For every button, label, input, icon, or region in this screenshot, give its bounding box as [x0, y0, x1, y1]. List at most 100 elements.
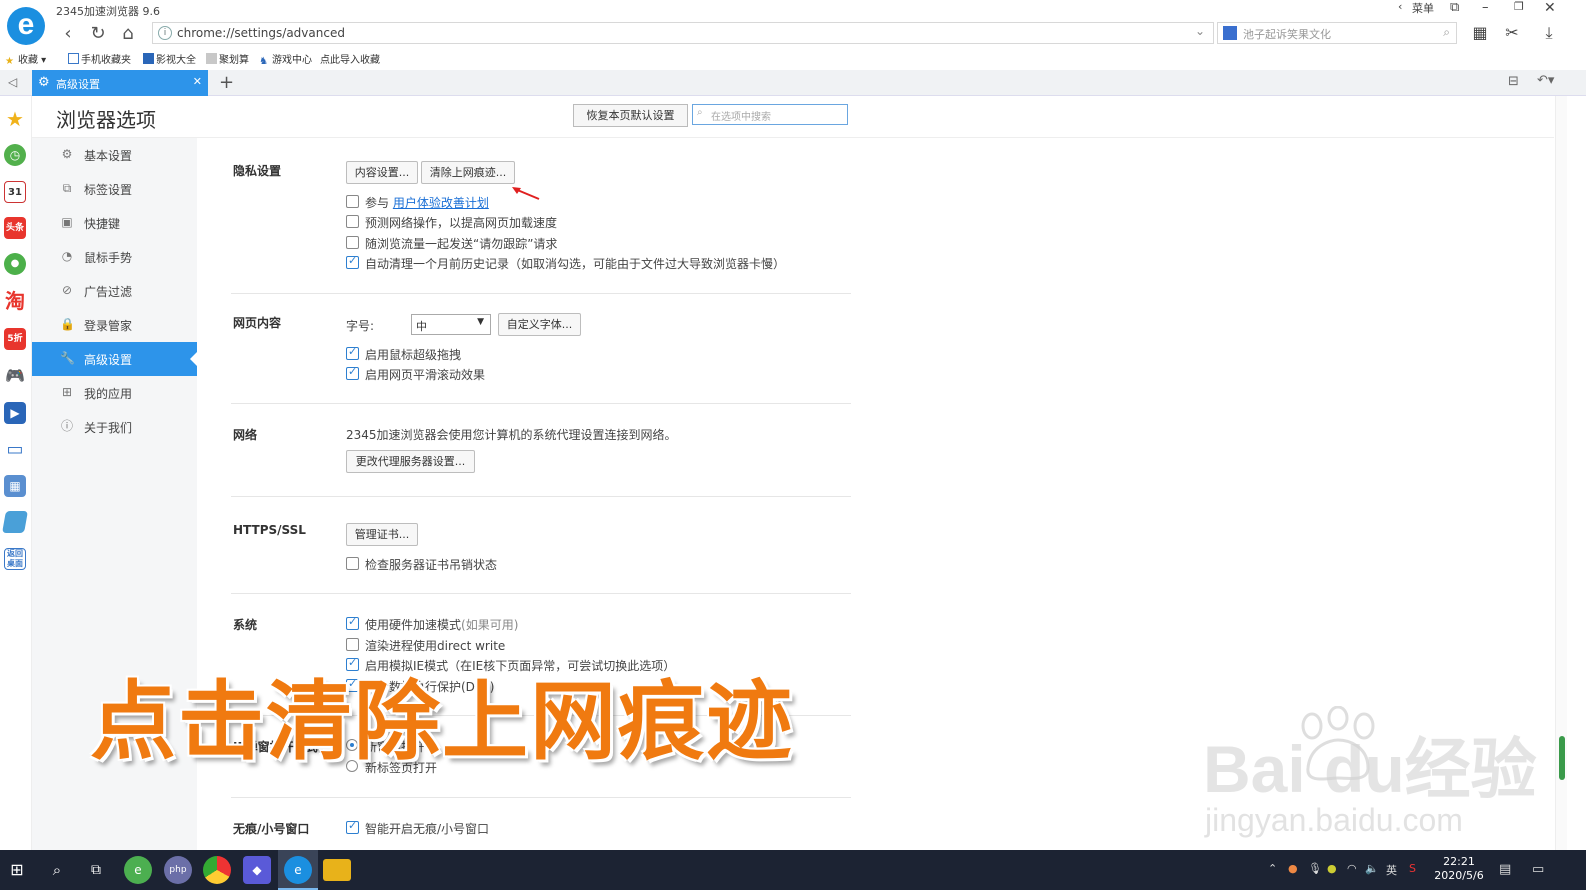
app-green-icon[interactable]: e — [124, 856, 152, 884]
smart-incognito-checkbox[interactable] — [346, 819, 359, 834]
php-icon[interactable]: php — [164, 856, 192, 884]
option-label: 自动清理一个月前历史记录（如取消勾选，可能由于文件过大导致浏览器卡慢） — [365, 257, 786, 271]
hardware-accel-checkbox[interactable] — [346, 615, 359, 630]
nav-item-basic[interactable]: ⚙ 基本设置 — [32, 138, 197, 172]
video-film-icon[interactable]: ▶ — [4, 402, 26, 424]
do-not-track-checkbox[interactable] — [346, 236, 359, 249]
tab-advanced-settings[interactable]: ⚙ 高级设置 ✕ — [32, 70, 208, 96]
auto-clear-history-checkbox[interactable] — [346, 254, 359, 269]
search-icon[interactable]: ⌕ — [43, 856, 71, 884]
page-title: 浏览器选项 — [56, 108, 156, 132]
scissors-icon[interactable]: ✂ — [1501, 23, 1523, 45]
app-purple-icon[interactable]: ◆ — [243, 856, 271, 884]
favorites-star-icon[interactable]: ★ — [4, 108, 26, 130]
smooth-scroll-checkbox[interactable] — [346, 365, 359, 380]
direct-write-checkbox[interactable] — [346, 638, 359, 651]
gamepad-icon[interactable]: 🎮 — [4, 365, 26, 387]
windows-start-icon[interactable]: ⊞ — [3, 856, 31, 884]
custom-font-button[interactable]: 自定义字体... — [498, 313, 581, 336]
nav-item-adblock[interactable]: ⊘ 广告过滤 — [32, 274, 197, 308]
notification-center-icon[interactable]: ▭ — [1532, 862, 1544, 877]
gear-icon: ⚙ — [61, 147, 73, 161]
file-explorer-icon[interactable] — [323, 859, 351, 881]
options-search-input[interactable]: ⌕ 在选项中搜索 — [692, 104, 848, 125]
microphone-icon[interactable]: 🎙 — [1308, 862, 1322, 875]
bookmark-video[interactable]: 影视大全 — [143, 51, 196, 66]
taobao-icon[interactable]: 淘 — [4, 290, 26, 312]
tray-app-icon[interactable]: ● — [1288, 862, 1298, 875]
nav-item-shortcuts[interactable]: ▣ 快捷键 — [32, 206, 197, 240]
sogou-ime-icon[interactable]: S — [1409, 862, 1416, 875]
system-clock[interactable]: 22:21 2020/5/6 — [1428, 855, 1490, 883]
trash-icon[interactable]: ⊟ — [1508, 74, 1519, 89]
predict-network-checkbox[interactable] — [346, 215, 359, 228]
bookmark-favorites[interactable]: ★ 收藏 ▾ — [5, 51, 46, 67]
nav-item-advanced[interactable]: 🔧 高级设置 — [32, 342, 197, 376]
network-description: 2345加速浏览器会使用您计算机的系统代理设置连接到网络。 — [346, 428, 677, 442]
close-tab-icon[interactable]: ✕ — [193, 75, 202, 88]
calendar-icon[interactable]: 31 — [4, 181, 26, 203]
calculator-icon[interactable]: ▦ — [4, 475, 26, 497]
chevron-left-icon[interactable]: ‹ — [1398, 0, 1402, 18]
discount-icon[interactable]: 5折 — [4, 328, 26, 350]
back-button[interactable]: ‹ — [56, 24, 80, 44]
cert-revocation-checkbox[interactable] — [346, 557, 359, 570]
tray-yellow-icon[interactable]: ● — [1327, 862, 1337, 875]
task-view-icon[interactable]: ⧉ — [82, 856, 110, 884]
chrome-icon[interactable] — [203, 856, 231, 884]
proxy-settings-button[interactable]: 更改代理服务器设置... — [346, 450, 475, 473]
home-button[interactable]: ⌂ — [116, 24, 140, 44]
desktop-icon[interactable]: 返回桌面 — [4, 548, 26, 570]
bookmark-mobile[interactable]: 手机收藏夹 — [68, 51, 131, 66]
notebook-icon[interactable] — [2, 511, 28, 533]
restore-button[interactable]: ❐ — [1514, 0, 1524, 18]
search-icon[interactable]: ⌕ — [1443, 25, 1450, 40]
nav-item-about[interactable]: ⓘ 关于我们 — [32, 410, 197, 444]
apps-grid-icon[interactable]: ▦ — [1469, 23, 1491, 45]
nav-item-apps[interactable]: ⊞ 我的应用 — [32, 376, 197, 410]
notes-icon[interactable]: ▤ — [1499, 862, 1511, 877]
site-info-icon[interactable]: i — [158, 26, 172, 40]
manage-certificates-button[interactable]: 管理证书... — [346, 523, 418, 546]
download-icon[interactable]: ⤓ — [1538, 23, 1560, 45]
bookmark-import[interactable]: 点此导入收藏 — [320, 51, 380, 66]
bookmark-deals[interactable]: 聚划算 — [206, 51, 249, 66]
section-divider — [231, 496, 851, 497]
reload-button[interactable]: ↻ — [86, 24, 110, 44]
toutiao-icon[interactable]: 头条 — [4, 217, 26, 239]
chevron-up-icon[interactable]: ⌃ — [1268, 862, 1277, 875]
menu-button[interactable]: 菜单 — [1412, 0, 1434, 18]
volume-icon[interactable]: 🔈 — [1365, 862, 1379, 875]
nav-item-login[interactable]: 🔒 登录管家 — [32, 308, 197, 342]
ime-indicator[interactable]: 英 — [1386, 862, 1397, 878]
search-input[interactable]: 池子起诉笑果文化 ⌕ — [1217, 22, 1457, 44]
search-engine-icon[interactable] — [1223, 26, 1237, 40]
chat-icon[interactable]: ● — [4, 253, 26, 275]
super-drag-checkbox[interactable] — [346, 345, 359, 360]
content-settings-button[interactable]: 内容设置... — [346, 161, 418, 184]
nav-item-tabs[interactable]: ⧉ 标签设置 — [32, 172, 197, 206]
sidebar-toggle-icon[interactable]: ◁ — [8, 75, 17, 89]
history-clock-icon[interactable]: ◷ — [4, 144, 26, 166]
browser-2345-icon[interactable]: e — [284, 856, 312, 884]
ux-plan-checkbox[interactable] — [346, 195, 359, 208]
clear-browsing-data-button[interactable]: 清除上网痕迹... — [421, 161, 515, 184]
content-scrollbar[interactable] — [1555, 96, 1567, 850]
font-size-select[interactable]: 中 ▼ — [411, 314, 491, 335]
chevron-down-icon[interactable]: ⌄ — [1195, 24, 1205, 38]
close-button[interactable]: ✕ — [1544, 0, 1556, 18]
skin-icon[interactable]: ⧉ — [1450, 0, 1459, 18]
scrollbar-thumb[interactable] — [1559, 736, 1565, 780]
wifi-icon[interactable]: ◠ — [1347, 862, 1357, 875]
ux-plan-link[interactable]: 用户体验改善计划 — [393, 196, 489, 210]
nav-item-gestures[interactable]: ◔ 鼠标手势 — [32, 240, 197, 274]
new-tab-button[interactable]: + — [219, 72, 234, 93]
option-ux-plan[interactable]: 参与 用户体验改善计划 — [346, 194, 646, 210]
monitor-icon[interactable]: ▭ — [4, 439, 26, 461]
address-bar[interactable]: i chrome://settings/advanced ⌄ — [152, 22, 1214, 44]
undo-icon[interactable]: ↶▾ — [1537, 73, 1554, 88]
minimize-button[interactable]: – — [1482, 0, 1489, 18]
reset-defaults-button[interactable]: 恢复本页默认设置 — [573, 104, 688, 127]
bookmark-games[interactable]: ♞ 游戏中心 — [259, 51, 312, 67]
option-label: 参与 — [365, 196, 390, 210]
